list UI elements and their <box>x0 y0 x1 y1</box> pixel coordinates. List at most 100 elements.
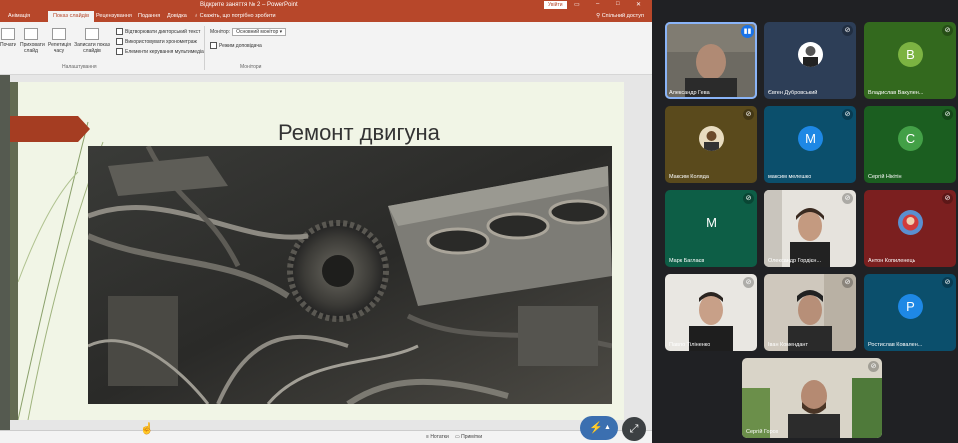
login-button[interactable]: Увійти <box>544 1 567 9</box>
rehearse-label: Репетиція часу <box>48 42 71 54</box>
timer-icon <box>52 28 66 40</box>
tell-me-label: Скажіть, що потрібно зробити <box>199 13 276 19</box>
mic-off-icon: ⊘ <box>842 193 853 204</box>
checkbox-icon <box>116 28 123 35</box>
record-label: Записати показ слайдів <box>74 42 110 54</box>
avatar: C <box>898 126 923 151</box>
mic-off-icon: ⊘ <box>743 193 754 204</box>
mic-off-icon: ⊘ <box>842 277 853 288</box>
rehearse-timings-button[interactable]: Репетиція часу <box>48 28 71 54</box>
participant-name: Максим Коляда <box>669 174 709 180</box>
monitor-label: Монітор: <box>210 29 231 35</box>
use-timings-label: Використовувати хронометраж <box>125 38 197 45</box>
title-arrow-shape <box>10 116 90 142</box>
comments-button[interactable]: ▭ Примітки <box>455 434 482 440</box>
ribbon: Почати спочатку Приховати слайд Репетиці… <box>0 22 652 75</box>
participant-tile[interactable]: ⊘ Сергій Горох <box>742 358 882 438</box>
participant-video <box>742 358 882 438</box>
tab-slideshow[interactable]: Показ слайдів <box>48 11 95 22</box>
presenter-view-checkbox[interactable]: Режим доповідача <box>210 42 262 49</box>
participant-tile[interactable]: P ⊘ Ростислав Ковален... <box>864 274 956 351</box>
presenter-controls-button[interactable]: ⚡ ▲ <box>580 416 618 440</box>
group-setup-label: Налаштування <box>62 64 97 70</box>
participant-tile[interactable]: ⊘ Максим Коляда <box>665 106 757 183</box>
participant-name: Александр Гева <box>669 90 710 96</box>
notes-label: Нотатки <box>430 434 449 440</box>
caret-up-icon: ▲ <box>604 424 611 431</box>
slide-title: Ремонт двигуна <box>278 120 440 145</box>
mic-off-icon: ⊘ <box>743 109 754 120</box>
participant-tile[interactable]: ⊘ Павло Тіліненко <box>665 274 757 351</box>
slide: Ремонт двигуна <box>10 82 624 420</box>
participant-tile[interactable]: C ⊘ Сергій Нікітін <box>864 106 956 183</box>
participant-tile[interactable]: B ⊘ Владислав Вакулен... <box>864 22 956 99</box>
participant-tile[interactable]: M ⊘ Марк Баглаєв <box>665 190 757 267</box>
ribbon-tabs: Анімація Показ слайдів Рецензування Пода… <box>0 11 652 22</box>
tab-help[interactable]: Довідка <box>167 13 187 19</box>
media-controls-label: Елементи керування мультимедіа <box>125 48 204 55</box>
play-narrations-checkbox[interactable]: Відтворювати дикторський текст <box>116 28 200 35</box>
comments-label: Примітки <box>461 434 483 440</box>
participant-name: Антон Копиленець <box>868 258 916 264</box>
ribbon-options-icon[interactable]: ▭ <box>574 1 580 8</box>
status-bar: ≡ Нотатки ▭ Примітки <box>0 430 652 443</box>
avatar <box>699 126 724 151</box>
avatar: M <box>798 126 823 151</box>
hand-cursor-icon: ☝ <box>140 423 154 435</box>
participant-name: Олександр Гордієн... <box>768 258 822 264</box>
tab-review[interactable]: Рецензування <box>96 13 132 19</box>
hide-slide-button[interactable]: Приховати слайд <box>20 28 45 54</box>
lightning-icon: ⚡ <box>589 422 603 434</box>
participant-tile[interactable]: ⊘ Іван Комендант <box>764 274 856 351</box>
participant-tile[interactable]: ⊘ Олександр Гордієн... <box>764 190 856 267</box>
shared-screen: Відкрите заняття № 2 – PowerPoint Увійти… <box>0 0 652 443</box>
from-beginning-button[interactable]: Почати спочатку <box>0 28 16 48</box>
avatar <box>898 210 923 235</box>
slideshow-icon <box>1 28 15 40</box>
tab-animations[interactable]: Анімація <box>8 13 30 19</box>
ribbon-divider <box>204 26 205 70</box>
participant-name: Павло Тіліненко <box>669 342 711 348</box>
window-title: Відкрите заняття № 2 – PowerPoint <box>200 2 298 8</box>
participant-tile[interactable]: ▮▮ Александр Гева <box>665 22 757 99</box>
engine-photo <box>88 146 612 404</box>
thumbnail-pane-edge <box>0 75 10 430</box>
checkbox-icon <box>116 48 123 55</box>
expand-icon[interactable]: ⤢ <box>622 417 646 441</box>
avatar: B <box>898 42 923 67</box>
participant-name: Владислав Вакулен... <box>868 90 924 96</box>
audio-wave-icon: ▮▮ <box>741 25 754 38</box>
from-beginning-label: Почати спочатку <box>0 42 16 48</box>
participant-name: Сергій Нікітін <box>868 174 902 180</box>
close-icon[interactable]: ✕ <box>636 1 641 8</box>
participant-tile[interactable]: ⊘ Євген Дубровський <box>764 22 856 99</box>
avatar: M <box>706 215 717 230</box>
participant-tile[interactable]: M ⊘ максим мелешко <box>764 106 856 183</box>
mic-off-icon: ⊘ <box>842 109 853 120</box>
avatar <box>798 42 823 67</box>
use-timings-checkbox[interactable]: Використовувати хронометраж <box>116 38 197 45</box>
presenter-view-label: Режим доповідача <box>219 42 262 49</box>
participant-tile[interactable]: ⊘ Антон Копиленець <box>864 190 956 267</box>
maximize-icon[interactable]: □ <box>616 1 620 7</box>
monitor-value: Основний монітор <box>236 29 279 35</box>
participant-name: Ростислав Ковален... <box>868 342 923 348</box>
mic-off-icon: ⊘ <box>942 25 953 36</box>
mic-off-icon: ⊘ <box>868 361 879 372</box>
group-monitors-label: Монітори <box>240 64 262 70</box>
mic-off-icon: ⊘ <box>942 277 953 288</box>
minimize-icon[interactable]: – <box>596 1 599 7</box>
participant-name: Іван Комендант <box>768 342 808 348</box>
monitor-select[interactable]: Монітор: Основний монітор ▾ <box>210 28 287 36</box>
share-button[interactable]: ⚲ Спільний доступ <box>596 13 644 19</box>
participant-name: Євген Дубровський <box>768 90 818 96</box>
mic-off-icon: ⊘ <box>743 277 754 288</box>
record-slideshow-button[interactable]: Записати показ слайдів <box>74 28 110 54</box>
tab-view[interactable]: Подання <box>138 13 160 19</box>
media-controls-checkbox[interactable]: Елементи керування мультимедіа <box>116 48 204 55</box>
participant-name: Марк Баглаєв <box>669 258 705 264</box>
record-icon <box>85 28 99 40</box>
checkbox-icon <box>210 42 217 49</box>
tell-me-search[interactable]: ♁ Скажіть, що потрібно зробити <box>194 13 276 19</box>
notes-button[interactable]: ≡ Нотатки <box>426 434 449 440</box>
